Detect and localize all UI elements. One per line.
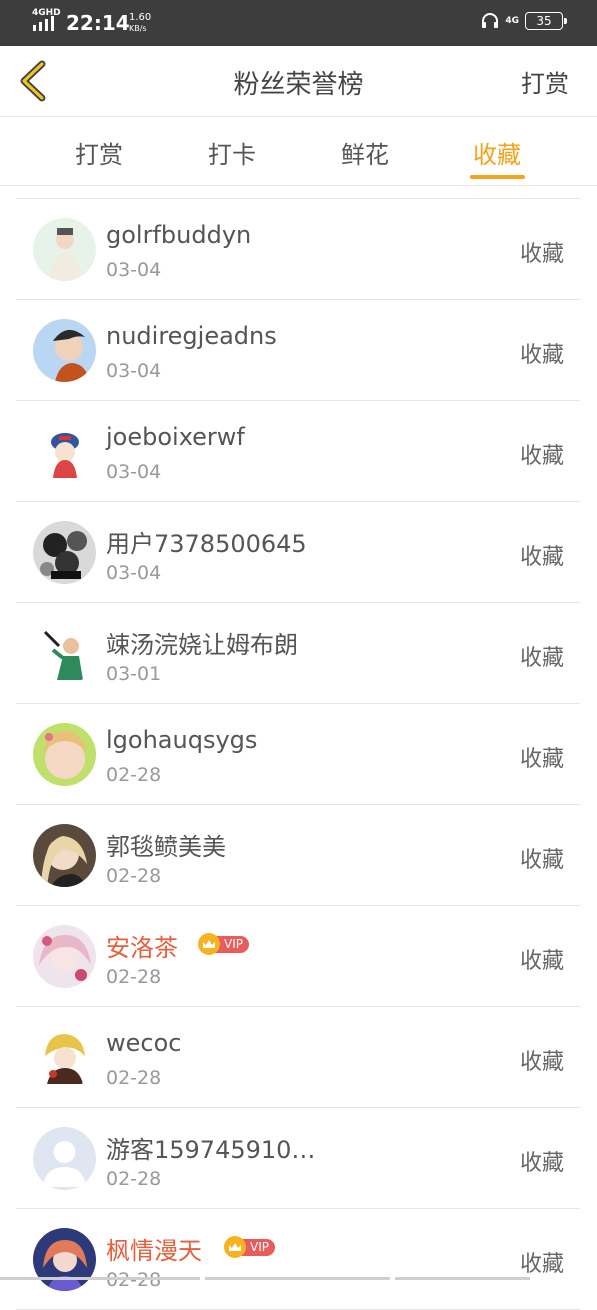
date: 02-28 <box>106 865 162 887</box>
collect-label: 收藏 <box>519 545 564 570</box>
list-item[interactable]: 安洛茶 VIP 02-28 收藏 <box>16 906 580 1007</box>
avatar <box>33 723 96 786</box>
user-name: 安洛茶 <box>106 934 178 962</box>
user-name: 用户7378500645 <box>106 530 307 558</box>
crown-icon <box>224 1236 246 1258</box>
tab-collect[interactable]: 收藏 <box>457 135 537 170</box>
user-name: 郭毯鲼美美 <box>106 833 226 861</box>
user-name: 游客159745910… <box>106 1136 316 1164</box>
list-item[interactable]: 游客159745910… 02-28 收藏 <box>16 1108 580 1209</box>
vip-badge: VIP <box>198 933 249 955</box>
date: 03-04 <box>106 461 162 483</box>
page-title: 粉丝荣誉榜 <box>233 70 364 100</box>
user-name: joeboixerwf <box>106 423 245 451</box>
collect-label: 收藏 <box>519 848 564 873</box>
user-name: wecoc <box>106 1029 182 1057</box>
list-item[interactable]: 竦汤浣娆让姆布朗 03-01 收藏 <box>16 603 580 704</box>
avatar <box>33 1228 96 1291</box>
avatar <box>33 622 96 685</box>
avatar <box>33 1026 96 1089</box>
avatar <box>33 319 96 382</box>
active-tab-indicator <box>470 175 525 179</box>
list-item[interactable]: golrfbuddyn 03-04 收藏 <box>16 199 580 300</box>
vip-badge: VIP <box>224 1236 275 1258</box>
collect-label: 收藏 <box>519 1050 564 1075</box>
date: 02-28 <box>106 966 162 988</box>
date: 03-04 <box>106 562 162 584</box>
date: 03-04 <box>106 259 162 281</box>
avatar <box>33 824 96 887</box>
user-name: nudiregjeadns <box>106 322 277 350</box>
crown-icon <box>198 933 220 955</box>
user-name: golrfbuddyn <box>106 221 252 249</box>
tab-flowers[interactable]: 鲜花 <box>325 135 405 170</box>
date: 02-28 <box>106 764 162 786</box>
collect-label: 收藏 <box>519 1151 564 1176</box>
list-item[interactable]: 用户7378500645 03-04 收藏 <box>16 502 580 603</box>
date: 02-28 <box>106 1168 162 1190</box>
list-item[interactable]: 郭毯鲼美美 02-28 收藏 <box>16 805 580 906</box>
list-item[interactable]: wecoc 02-28 收藏 <box>16 1007 580 1108</box>
collect-label: 收藏 <box>519 343 564 368</box>
status-right: 4G 35 <box>481 12 567 30</box>
collect-label: 收藏 <box>519 646 564 671</box>
collect-label: 收藏 <box>519 242 564 267</box>
user-name: 竦汤浣娆让姆布朗 <box>106 631 298 659</box>
date: 03-01 <box>106 663 162 685</box>
collect-label: 收藏 <box>519 747 564 772</box>
reward-button[interactable]: 打赏 <box>521 64 569 99</box>
list-item[interactable]: lgohauqsygs 02-28 收藏 <box>16 704 580 805</box>
collect-label: 收藏 <box>519 1252 564 1277</box>
status-bar: 4GHD 22:14 1.60 KB/s 4G 35 <box>0 0 597 46</box>
collect-label: 收藏 <box>519 444 564 469</box>
list-item[interactable]: 枫情漫天 VIP 02-28 收藏 <box>16 1209 580 1310</box>
avatar <box>33 420 96 483</box>
tab-reward[interactable]: 打赏 <box>59 135 139 170</box>
user-name: lgohauqsygs <box>106 726 258 754</box>
network-4g: 4G <box>505 15 519 26</box>
nav-bar: 粉丝荣誉榜 打赏 <box>0 46 597 117</box>
date: 02-28 <box>106 1067 162 1089</box>
date: 03-04 <box>106 360 162 382</box>
fan-list: golrfbuddyn 03-04 收藏 nudiregjeadns 03-04… <box>16 198 580 1310</box>
collect-label: 收藏 <box>519 949 564 974</box>
battery-icon: 35 <box>525 12 567 30</box>
tab-checkin[interactable]: 打卡 <box>192 135 272 170</box>
headphones-icon <box>482 13 499 28</box>
signal-icon <box>33 16 54 31</box>
avatar <box>33 218 96 281</box>
date: 02-28 <box>106 1269 162 1291</box>
network-speed: 1.60 KB/s <box>129 12 152 33</box>
list-item[interactable]: joeboixerwf 03-04 收藏 <box>16 401 580 502</box>
tab-bar: 打赏 打卡 鲜花 收藏 <box>0 117 597 186</box>
avatar <box>33 521 96 584</box>
user-name: 枫情漫天 <box>106 1237 202 1265</box>
avatar <box>33 925 96 988</box>
avatar <box>33 1127 96 1190</box>
clock: 22:14 <box>66 11 130 35</box>
list-item[interactable]: nudiregjeadns 03-04 收藏 <box>16 300 580 401</box>
